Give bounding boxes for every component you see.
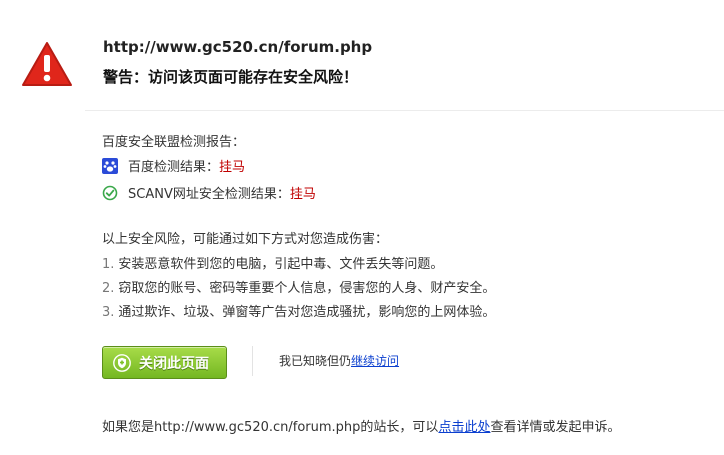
close-page-button[interactable]: 关闭此页面 [102,346,227,379]
risk-number: 2. [102,281,115,296]
risk-text: 通过欺诈、垃圾、弹窗等广告对您造成骚扰，影响您的上网体验。 [118,305,496,320]
warning-triangle-icon [22,42,72,86]
risk-item: 2. 窃取您的账号、密码等重要个人信息，侵害您的人身、财产安全。 [102,277,495,296]
risk-title: 以上安全风险，可能通过如下方式对您造成伤害： [102,232,389,247]
page-url: http://www.gc520.cn/forum.php [103,38,373,56]
risk-item: 1. 安装恶意软件到您的电脑，引起中毒、文件丢失等问题。 [102,253,443,272]
check-circle-icon [102,185,118,200]
risk-text: 窃取您的账号、密码等重要个人信息，侵害您的人身、财产安全。 [118,281,496,296]
risk-number: 1. [102,257,115,272]
close-page-label: 关闭此页面 [139,355,209,372]
risk-text: 安装恶意软件到您的电脑，引起中毒、文件丢失等问题。 [118,257,444,272]
baidu-result-value: 挂马 [219,160,246,175]
baidu-result-row: 百度检测结果： 挂马 [102,156,245,175]
click-here-link[interactable]: 点击此处 [438,420,490,435]
warning-headline: 警告：访问该页面可能存在安全风险！ [103,68,359,86]
scanv-result-label: SCANV网址安全检测结果： [128,187,290,202]
baidu-result-label: 百度检测结果： [128,160,220,175]
scanv-result-value: 挂马 [289,187,316,202]
continue-prefix: 我已知晓但仍 [279,354,352,368]
continue-visit-link[interactable]: 继续访问 [351,354,399,368]
owner-suffix: 查看详情或发起申诉。 [490,420,621,435]
risk-number: 3. [102,305,115,320]
report-title: 百度安全联盟检测报告： [102,135,246,150]
shield-icon [113,353,131,372]
baidu-paw-icon [102,157,118,174]
continue-visit-text: 我已知晓但仍继续访问 [279,352,399,369]
owner-appeal-text: 如果您是http://www.gc520.cn/forum.php的站长，可以点… [102,416,620,435]
divider [85,110,724,111]
separator [252,346,253,376]
scanv-result-row: SCANV网址安全检测结果： 挂马 [102,183,316,202]
warning-header: http://www.gc520.cn/forum.php 警告：访问该页面可能… [0,0,724,110]
risk-item: 3. 通过欺诈、垃圾、弹窗等广告对您造成骚扰，影响您的上网体验。 [102,301,495,320]
owner-prefix: 如果您是http://www.gc520.cn/forum.php的站长，可以 [102,420,439,435]
